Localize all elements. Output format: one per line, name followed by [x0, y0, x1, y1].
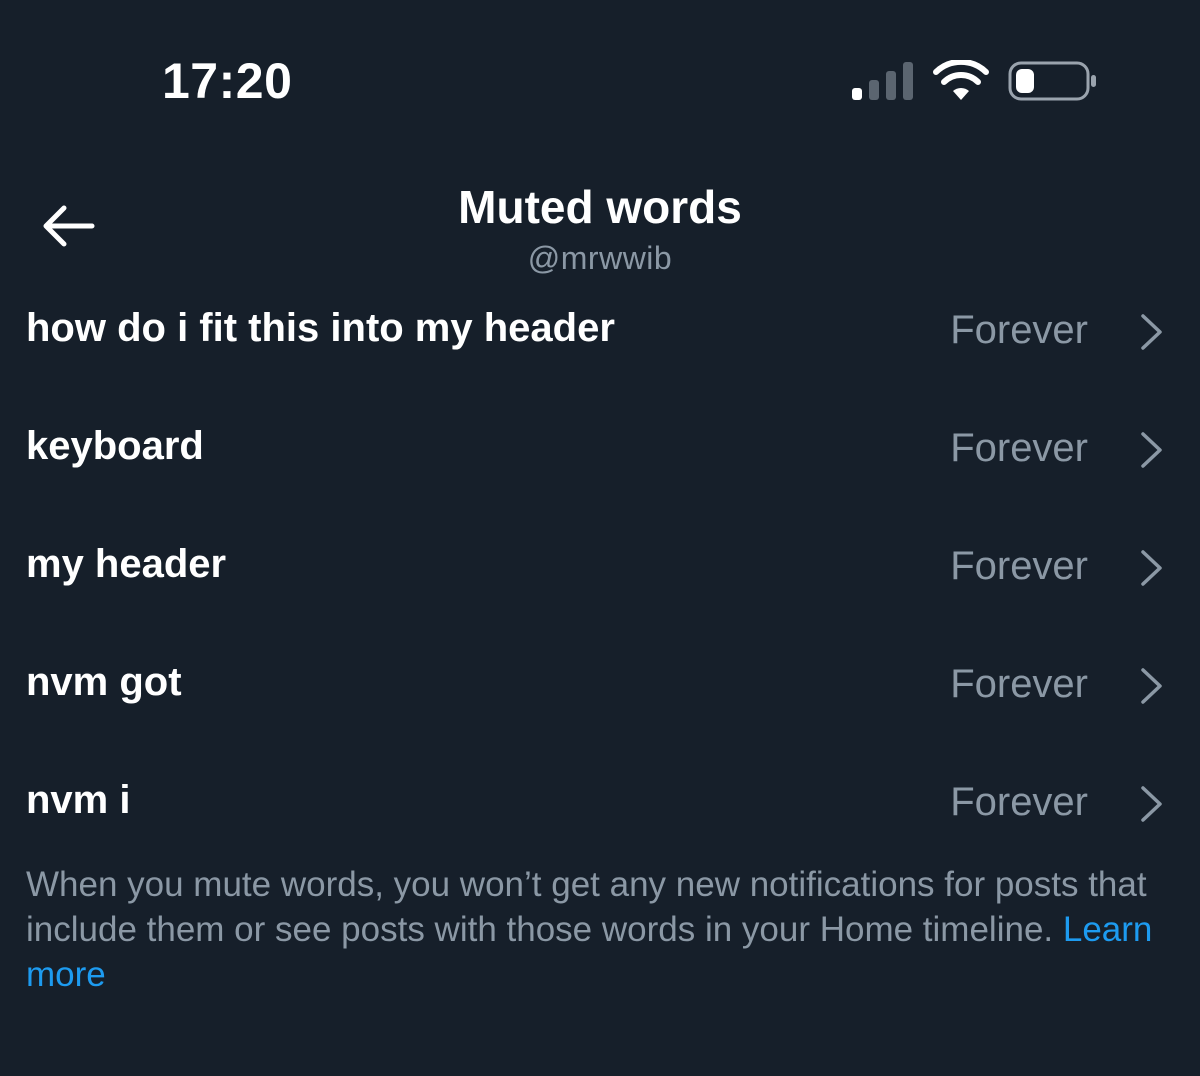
muted-word-label: nvm got [26, 660, 182, 704]
header: Muted words @mrwwib [0, 150, 1200, 290]
battery-icon [1008, 61, 1096, 101]
muted-words-explanation: When you mute words, you won’t get any n… [26, 862, 1176, 997]
mute-duration: Forever [950, 662, 1088, 706]
muted-word-row[interactable]: my header Forever [0, 508, 1200, 626]
mute-duration: Forever [950, 426, 1088, 470]
muted-word-row[interactable]: nvm i Forever [0, 744, 1200, 862]
chevron-right-icon [1141, 432, 1162, 468]
mute-duration: Forever [950, 308, 1088, 352]
wifi-icon [933, 60, 989, 100]
chevron-right-icon [1141, 668, 1162, 704]
signal-icon [852, 62, 913, 100]
muted-word-row[interactable]: nvm got Forever [0, 626, 1200, 744]
muted-word-label: my header [26, 542, 227, 586]
muted-words-list: how do i fit this into my header Forever… [0, 272, 1200, 862]
chevron-right-icon [1141, 550, 1162, 586]
muted-word-label: keyboard [26, 424, 204, 468]
muted-word-row[interactable]: keyboard Forever [0, 390, 1200, 508]
muted-word-label: nvm i [26, 778, 131, 822]
explanation-text: When you mute words, you won’t get any n… [26, 865, 1147, 949]
page-title: Muted words [458, 181, 742, 233]
muted-word-row[interactable]: how do i fit this into my header Forever [0, 272, 1200, 390]
mute-duration: Forever [950, 544, 1088, 588]
status-time: 17:20 [162, 53, 293, 109]
status-bar: 17:20 [0, 0, 1200, 150]
muted-word-label: how do i fit this into my header [26, 306, 615, 350]
chevron-right-icon [1141, 786, 1162, 822]
chevron-right-icon [1141, 314, 1162, 350]
mute-duration: Forever [950, 780, 1088, 824]
